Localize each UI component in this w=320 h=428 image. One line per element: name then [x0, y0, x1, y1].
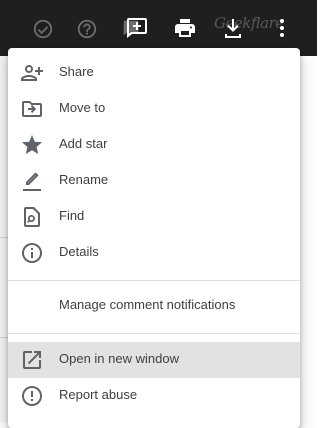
star-icon: [20, 133, 44, 157]
menu-item-manage-comment-notifications[interactable]: Manage comment notifications: [8, 288, 300, 324]
menu-item-move-to[interactable]: Move to: [8, 91, 300, 127]
menu-item-add-star[interactable]: Add star: [8, 127, 300, 163]
person-add-icon: [20, 61, 44, 85]
menu-item-label: Add star: [59, 136, 108, 151]
menu-item-open-in-new-window[interactable]: Open in new window: [8, 342, 300, 378]
report-icon: [20, 384, 44, 408]
print-icon[interactable]: [173, 16, 197, 40]
help-icon[interactable]: [76, 18, 98, 40]
menu-item-label: Move to: [59, 100, 106, 115]
find-in-page-icon: [20, 205, 44, 229]
menu-divider: [8, 280, 300, 281]
menu-divider: [8, 333, 300, 334]
menu-item-share[interactable]: Share: [8, 55, 300, 91]
menu-item-label: Share: [59, 64, 94, 79]
menu-item-label: Report abuse: [59, 387, 138, 402]
add-comment-icon[interactable]: [125, 16, 149, 40]
menu-item-label: Manage comment notifications: [59, 297, 236, 312]
menu-item-rename[interactable]: Rename: [8, 163, 300, 199]
menu-item-label: Rename: [59, 172, 109, 187]
menu-item-find[interactable]: Find: [8, 199, 300, 235]
menu-item-details[interactable]: Details: [8, 235, 300, 271]
rename-pencil-icon: [20, 169, 44, 193]
more-vert-icon[interactable]: [270, 16, 294, 40]
menu-item-report-abuse[interactable]: Report abuse: [8, 378, 300, 414]
menu-item-label: Open in new window: [59, 351, 179, 366]
menu-item-label: Find: [59, 208, 85, 223]
check-circle-icon[interactable]: [32, 18, 54, 40]
info-icon: [20, 241, 44, 265]
more-actions-menu: Share Move to Add star Rename Find Detai…: [8, 48, 300, 428]
open-in-new-icon: [20, 348, 44, 372]
move-to-folder-icon: [20, 97, 44, 121]
menu-item-label: Details: [59, 244, 99, 259]
